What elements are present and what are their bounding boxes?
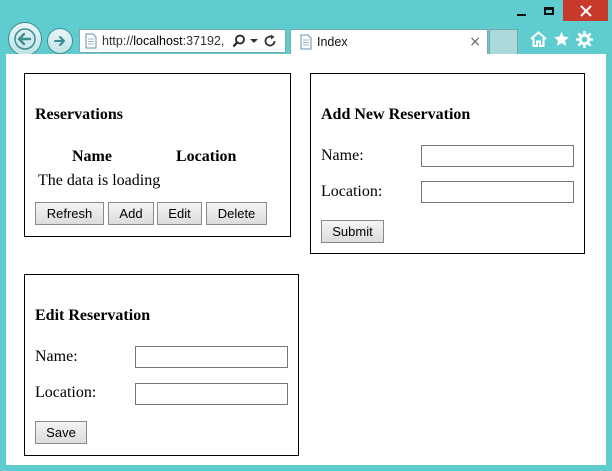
search-icon[interactable] bbox=[232, 34, 246, 48]
close-window-button[interactable] bbox=[563, 0, 608, 21]
page-viewport: Reservations Name Location The data is l… bbox=[6, 54, 606, 465]
maximize-icon bbox=[544, 7, 554, 15]
page-icon bbox=[85, 33, 97, 49]
back-arrow-icon bbox=[14, 28, 36, 50]
tab-page-icon bbox=[300, 34, 312, 50]
settings-gear-icon bbox=[575, 30, 593, 48]
add-name-label: Name: bbox=[321, 147, 364, 164]
refresh-icon[interactable] bbox=[263, 34, 277, 48]
submit-button[interactable]: Submit bbox=[321, 220, 384, 243]
reservations-panel: Reservations Name Location The data is l… bbox=[24, 73, 291, 237]
settings-button[interactable] bbox=[575, 28, 593, 50]
add-reservation-panel: Add New Reservation Name: Location: Subm… bbox=[310, 73, 585, 254]
tab-title: Index bbox=[317, 35, 348, 49]
edit-location-input[interactable] bbox=[135, 383, 288, 405]
forward-arrow-icon bbox=[54, 36, 65, 46]
edit-name-input[interactable] bbox=[135, 346, 288, 368]
add-reservation-title: Add New Reservation bbox=[321, 106, 471, 123]
browser-window: http://localhost:37192, Index × Reservat… bbox=[0, 0, 612, 471]
forward-button[interactable] bbox=[47, 28, 73, 54]
new-tab-button[interactable] bbox=[489, 29, 518, 54]
back-button[interactable] bbox=[8, 22, 42, 56]
save-button[interactable]: Save bbox=[35, 421, 87, 444]
add-location-label: Location: bbox=[321, 183, 383, 200]
close-icon bbox=[579, 4, 592, 17]
address-url: http://localhost:37192, bbox=[102, 34, 225, 48]
refresh-button[interactable]: Refresh bbox=[35, 202, 104, 225]
edit-name-label: Name: bbox=[35, 348, 78, 365]
edit-location-label: Location: bbox=[35, 384, 97, 401]
favorites-star-icon bbox=[553, 31, 569, 46]
minimize-icon bbox=[516, 14, 526, 16]
minimize-button[interactable] bbox=[508, 0, 534, 22]
add-name-input[interactable] bbox=[421, 145, 574, 167]
home-button[interactable] bbox=[529, 28, 547, 50]
reservations-title: Reservations bbox=[35, 106, 123, 123]
favorites-button[interactable] bbox=[552, 28, 570, 50]
column-header-location: Location bbox=[176, 148, 237, 165]
edit-button[interactable]: Edit bbox=[157, 202, 202, 225]
add-location-input[interactable] bbox=[421, 181, 574, 203]
tab-close-icon[interactable]: × bbox=[469, 34, 481, 50]
add-button[interactable]: Add bbox=[108, 202, 154, 225]
loading-message: The data is loading bbox=[38, 172, 161, 189]
column-header-name: Name bbox=[72, 148, 112, 165]
tab-index[interactable]: Index × bbox=[290, 29, 488, 54]
edit-reservation-panel: Edit Reservation Name: Location: Save bbox=[24, 274, 299, 456]
delete-button[interactable]: Delete bbox=[206, 202, 267, 225]
edit-reservation-title: Edit Reservation bbox=[35, 307, 151, 324]
address-bar[interactable]: http://localhost:37192, bbox=[79, 29, 286, 53]
home-icon bbox=[529, 31, 547, 47]
maximize-button[interactable] bbox=[536, 0, 562, 22]
dropdown-icon[interactable] bbox=[249, 36, 259, 46]
